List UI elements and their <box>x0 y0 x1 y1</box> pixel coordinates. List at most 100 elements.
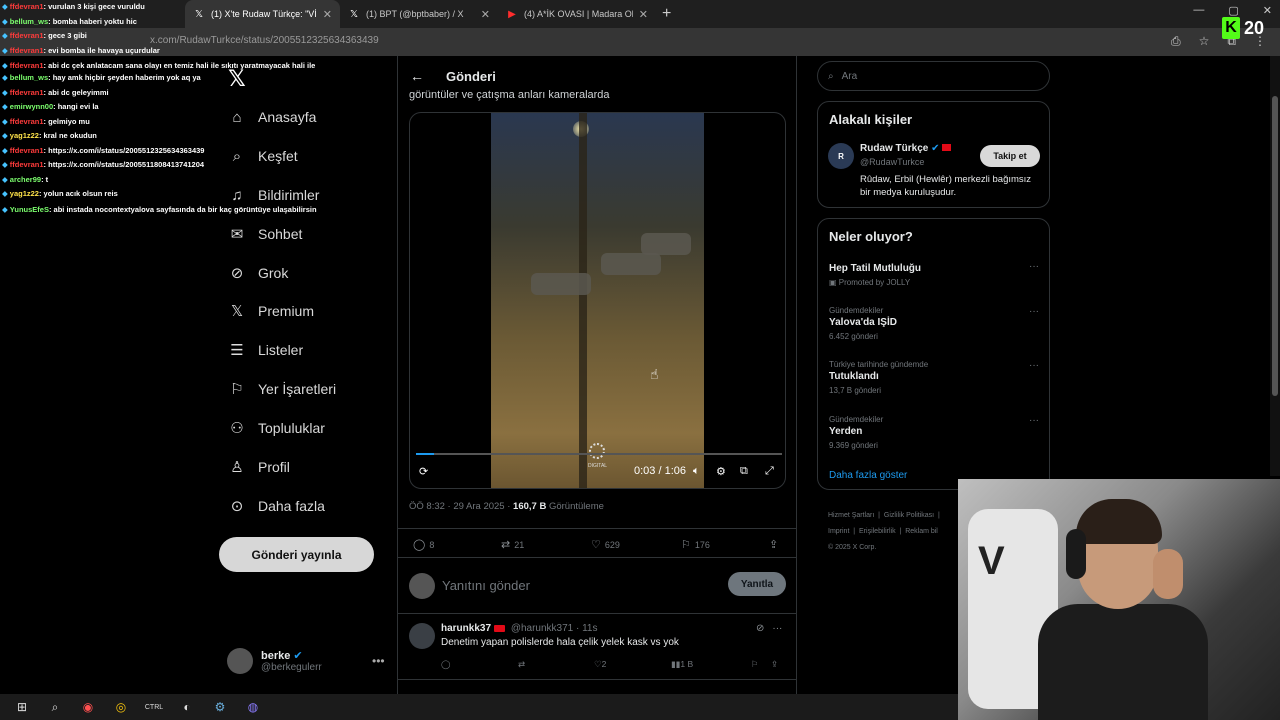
chat-badge-icon: ◆ <box>2 189 8 198</box>
reply-author[interactable]: harunkk37 <box>441 623 491 634</box>
chat-username[interactable]: bellum_ws <box>10 73 48 82</box>
footer-link[interactable]: Hizmet Şartları <box>828 512 874 519</box>
chat-username[interactable]: ffdevran1 <box>10 2 44 11</box>
chat-username[interactable]: yag1z22 <box>10 131 39 140</box>
ctrl-app-icon[interactable]: CTRL <box>143 696 165 718</box>
grok-icon[interactable]: ⊘ <box>756 623 764 634</box>
reply-handle: @harunkk371 · 11s <box>510 623 598 634</box>
bookmark-icon[interactable]: ⚐ <box>751 659 759 670</box>
trend-item[interactable]: Hep Tatil Mutluluğu ▣ Promoted by JOLLY … <box>829 261 1039 287</box>
close-icon[interactable]: ✕ <box>323 8 332 21</box>
close-icon[interactable]: ✕ <box>639 8 648 21</box>
mouse-cursor-icon: ☝ <box>650 366 659 382</box>
chat-username[interactable]: ffdevran1 <box>10 146 44 155</box>
recorder-icon[interactable]: ◐ <box>176 696 198 718</box>
like-action[interactable]: ♡ 2 <box>594 659 606 670</box>
nav-item-sohbet[interactable]: ✉ Sohbet <box>228 225 303 243</box>
chat-username[interactable]: bellum_ws <box>10 17 48 26</box>
car <box>641 233 691 255</box>
chat-username[interactable]: ffdevran1 <box>10 31 44 40</box>
reply-input[interactable]: Yanıtını gönder <box>442 578 530 593</box>
chat-username[interactable]: ffdevran1 <box>10 160 44 169</box>
follow-button[interactable]: Takip et <box>980 145 1040 167</box>
nav-label: Topluluklar <box>258 420 325 436</box>
trend-item[interactable]: Gündemdekiler Yerden 9.369 gönderi ··· <box>829 415 1039 450</box>
repost-action[interactable]: ⇄ 21 <box>501 538 524 551</box>
chat-username[interactable]: ffdevran1 <box>10 46 44 55</box>
steam-icon[interactable]: ⚙ <box>209 696 231 718</box>
trend-item[interactable]: Gündemdekiler Yalova'da IŞİD 6.452 gönde… <box>829 306 1039 341</box>
fullscreen-icon[interactable]: ⤢ <box>765 465 774 478</box>
install-icon[interactable]: ⎙ <box>1171 34 1181 49</box>
share-action[interactable]: ⇪ <box>769 538 778 551</box>
bookmark-action[interactable]: ⚐ 176 <box>681 538 710 551</box>
new-tab-icon[interactable]: + <box>662 5 671 23</box>
back-arrow-icon[interactable]: ← <box>410 68 424 84</box>
video-player[interactable]: ☝ DIGITAL ⟳ 0:03 / 1:06 🔈︎ ⚙ ⧉ ⤢ <box>409 112 786 489</box>
like-action[interactable]: ♡ 629 <box>591 538 620 551</box>
account-switcher[interactable]: berke ✔ @berkegulerr ••• <box>227 648 385 674</box>
video-progress-bar[interactable] <box>416 453 782 455</box>
pip-icon[interactable]: ⧉ <box>740 465 748 478</box>
nav-item-premium[interactable]: 𝕏 Premium <box>228 302 314 320</box>
footer-link[interactable]: Gizlilik Politikası <box>884 512 934 519</box>
nav-item-daha-fazla[interactable]: ⊙ Daha fazla <box>228 497 325 515</box>
person-name[interactable]: Rudaw Türkçe ✔ <box>860 143 952 154</box>
nav-item-profil[interactable]: ♙ Profil <box>228 458 290 476</box>
page-scrollbar[interactable] <box>1270 56 1280 476</box>
more-dots-icon[interactable]: ··· <box>1029 415 1039 426</box>
chat-username[interactable]: yag1z22 <box>10 189 39 198</box>
share-icon[interactable]: ⇪ <box>771 659 778 670</box>
nav-item-grok[interactable]: ⊘ Grok <box>228 264 289 282</box>
trend-item[interactable]: Türkiye tarihinde gündemde Tutuklandı 13… <box>829 360 1039 395</box>
star-icon[interactable]: ☆ <box>1199 34 1210 49</box>
browser-tab[interactable]: ▶ (4) A*İK OVASI | Madara Olduk ✕ <box>498 0 656 28</box>
search-icon[interactable]: ⌕ <box>44 696 66 718</box>
close-icon[interactable]: ✕ <box>481 8 490 21</box>
more-dots-icon[interactable]: ··· <box>1029 306 1039 317</box>
replay-icon[interactable]: ⟳ <box>419 465 428 478</box>
more-dots-icon[interactable]: ••• <box>372 654 385 668</box>
post-timestamp[interactable]: ÖÖ 8:32 · 29 Ara 2025 · <box>409 501 513 512</box>
x-icon: 𝕏 <box>349 8 359 20</box>
repost-count: 21 <box>514 539 525 550</box>
more-dots-icon[interactable]: ··· <box>1029 261 1039 272</box>
scrollbar-thumb[interactable] <box>1272 96 1278 396</box>
settings-gear-icon[interactable]: ⚙ <box>716 465 726 478</box>
discord-icon[interactable]: ◍ <box>242 696 264 718</box>
browser-tab[interactable]: 𝕏 (1) BPT (@bptbaber) / X ✕ <box>340 0 498 28</box>
video-frame[interactable] <box>491 113 704 488</box>
app-icon[interactable]: ◉ <box>77 696 99 718</box>
nav-item-listeler[interactable]: ☰ Listeler <box>228 341 303 359</box>
search-input[interactable]: ⌕ Ara <box>817 61 1050 91</box>
footer-link[interactable]: Erişilebilirlik <box>859 528 896 535</box>
avatar[interactable] <box>409 623 435 649</box>
more-dots-icon[interactable]: ··· <box>1029 360 1039 371</box>
more-dots-icon[interactable]: ··· <box>772 623 782 634</box>
minimize-icon[interactable]: — <box>1193 4 1204 17</box>
show-more-link[interactable]: Daha fazla göster <box>829 470 907 481</box>
chat-username[interactable]: ffdevran1 <box>10 88 44 97</box>
comment-icon[interactable]: ◯ <box>441 659 451 670</box>
chat-username[interactable]: ffdevran1 <box>10 117 44 126</box>
chat-username[interactable]: YunusEfeS <box>10 205 49 214</box>
chat-username[interactable]: ffdevran1 <box>10 61 44 70</box>
nav-item-topluluklar[interactable]: ⚇ Topluluklar <box>228 419 325 437</box>
footer-link[interactable]: Imprint <box>828 528 849 535</box>
windows-start-icon[interactable]: ⊞ <box>11 696 33 718</box>
chat-username[interactable]: archer99 <box>10 175 41 184</box>
views-action[interactable]: ▮▮ 1 B <box>671 659 693 670</box>
maximize-icon[interactable]: ▢ <box>1228 4 1238 17</box>
close-window-icon[interactable]: ✕ <box>1263 4 1272 17</box>
avatar[interactable]: R <box>828 143 854 169</box>
volume-icon[interactable]: 🔈︎ <box>693 465 700 478</box>
reply-button[interactable]: Yanıtla <box>728 572 786 596</box>
chat-username[interactable]: emirwynn00 <box>10 102 53 111</box>
chrome-icon[interactable]: ◎ <box>110 696 132 718</box>
post-button[interactable]: Gönderi yayınla <box>219 537 374 572</box>
reply-action[interactable]: ◯ 8 <box>413 538 434 551</box>
nav-item-yer-i-şaretleri[interactable]: ⚐ Yer İşaretleri <box>228 380 336 398</box>
repost-icon[interactable]: ⇄ <box>518 659 525 670</box>
reply-tweet[interactable]: harunkk37 @harunkk371 · 11s ⊘ ··· Deneti… <box>398 615 796 680</box>
footer-link[interactable]: Reklam bil <box>905 528 938 535</box>
